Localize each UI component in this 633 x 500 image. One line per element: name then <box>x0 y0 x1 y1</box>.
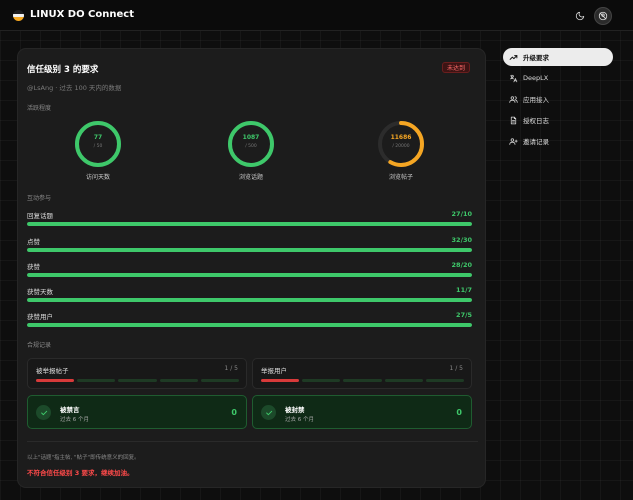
violation-segments <box>261 379 465 382</box>
ring-max: / 500 <box>245 144 257 149</box>
status-value: 0 <box>231 408 237 417</box>
status-value: 0 <box>456 408 462 417</box>
status-subtitle: 过去 6 个月 <box>60 417 89 423</box>
bar-label: 点赞 <box>27 238 40 246</box>
status-title: 被封禁 <box>285 406 305 414</box>
bar-label: 获赞天数 <box>27 288 53 296</box>
sidebar-item-label: 授权日志 <box>523 117 549 125</box>
ring-value: 1087 <box>242 134 260 141</box>
bar-value: 32/30 <box>451 236 472 244</box>
ring-topics: 1087 / 500 浏览话题 <box>226 119 276 183</box>
bar-track <box>27 273 472 277</box>
bar-fill <box>27 248 472 252</box>
ring-posts: 11686 / 20000 浏览帖子 <box>376 119 426 183</box>
violation-segment <box>200 379 240 382</box>
logo-icon[interactable] <box>13 10 24 21</box>
violation-segment <box>302 379 341 382</box>
bar-liked-users: 获赞用户 27/5 <box>27 311 472 331</box>
bar-likes-received: 获赞 28/20 <box>27 261 472 281</box>
top-bar: LINUX DO Connect <box>0 0 633 31</box>
bar-liked-days: 获赞天数 11/7 <box>27 286 472 306</box>
result-message: 不符合信任级别 3 要求，继续加油。 <box>27 469 134 477</box>
violation-segment <box>77 379 116 382</box>
violation-segment <box>425 379 465 382</box>
check-icon <box>261 405 276 420</box>
violation-label: 被举报帖子 <box>36 367 69 375</box>
bar-track <box>27 323 472 327</box>
bar-fill <box>27 273 472 277</box>
bar-fill <box>27 298 472 302</box>
status-title: 被禁言 <box>60 406 80 414</box>
sidebar-item-label: 应用接入 <box>523 96 549 104</box>
footnote: 以上"话题"指主帖, "帖子"即传统意义的回复。 <box>27 455 140 461</box>
avatar-icon <box>598 11 608 21</box>
trending-up-icon <box>509 53 518 62</box>
user-avatar-button[interactable] <box>594 7 612 25</box>
document-icon <box>509 116 518 125</box>
card-subtitle: @LsAng · 过去 100 天内的数据 <box>27 84 122 92</box>
bar-track <box>27 298 472 302</box>
violation-segment <box>159 379 198 382</box>
sidebar-item-invites[interactable]: 邀请记录 <box>503 132 613 150</box>
ring-label: 访问天数 <box>85 174 110 181</box>
sidebar-item-apps[interactable]: 应用接入 <box>503 90 613 108</box>
violation-segment <box>384 379 423 382</box>
ring-max: / 50 <box>93 144 103 149</box>
sidebar-item-auth-log[interactable]: 授权日志 <box>503 111 613 129</box>
activity-section-label: 活跃程度 <box>27 105 52 112</box>
status-suspended: 被封禁 过去 6 个月 0 <box>252 395 472 429</box>
bar-label: 回复话题 <box>27 212 53 220</box>
ring-value: 11686 <box>390 134 412 141</box>
status-subtitle: 过去 6 个月 <box>285 417 314 423</box>
translate-icon <box>509 74 518 83</box>
bar-value: 27/10 <box>451 210 472 218</box>
bar-track <box>27 222 472 226</box>
violation-reported-posts: 被举报帖子 1 / 5 <box>27 358 247 389</box>
sidebar-item-deeplx[interactable]: DeepLX <box>503 69 613 87</box>
bar-value: 11/7 <box>456 286 472 294</box>
app-title[interactable]: LINUX DO Connect <box>30 9 134 20</box>
interaction-section-label: 互动参与 <box>27 195 52 202</box>
bar-value: 28/20 <box>451 261 472 269</box>
violation-segment <box>118 379 157 382</box>
violation-segments <box>36 379 240 382</box>
violation-segment <box>36 379 75 382</box>
ring-value: 77 <box>93 134 103 141</box>
ring-label: 浏览话题 <box>238 174 263 181</box>
bar-fill <box>27 323 472 327</box>
moon-icon <box>575 11 585 21</box>
violation-reported-users: 举报用户 1 / 5 <box>252 358 472 389</box>
ring-max: / 20000 <box>392 144 410 149</box>
card-title: 信任级别 3 的要求 <box>27 65 99 75</box>
theme-toggle-button[interactable] <box>571 7 589 25</box>
bar-track <box>27 248 472 252</box>
trust-level-card: 信任级别 3 的要求 未达到 @LsAng · 过去 100 天内的数据 活跃程… <box>17 48 486 488</box>
user-add-icon <box>509 137 518 146</box>
ring-visits: 77 / 50 访问天数 <box>73 119 123 183</box>
sidebar-item-label: 升级要求 <box>523 54 549 62</box>
bar-label: 获赞用户 <box>27 313 53 321</box>
violation-count: 1 / 5 <box>224 365 238 372</box>
bar-value: 27/5 <box>456 311 472 319</box>
users-icon <box>509 95 518 104</box>
violation-segment <box>261 379 300 382</box>
compliance-section-label: 合规记录 <box>27 342 52 349</box>
violation-count: 1 / 5 <box>449 365 463 372</box>
check-icon <box>36 405 51 420</box>
bar-replies: 回复话题 27/10 <box>27 210 472 230</box>
violation-segment <box>343 379 382 382</box>
sidebar-item-label: 邀请记录 <box>523 138 549 146</box>
status-badge: 未达到 <box>442 62 471 73</box>
bar-label: 获赞 <box>27 263 40 271</box>
violation-label: 举报用户 <box>261 367 287 375</box>
bar-likes-given: 点赞 32/30 <box>27 236 472 256</box>
sidebar-item-upgrade[interactable]: 升级要求 <box>503 48 613 66</box>
status-silenced: 被禁言 过去 6 个月 0 <box>27 395 247 429</box>
ring-label: 浏览帖子 <box>388 174 413 181</box>
sidebar-item-label: DeepLX <box>523 74 549 82</box>
divider <box>27 441 478 442</box>
bar-fill <box>27 222 472 226</box>
